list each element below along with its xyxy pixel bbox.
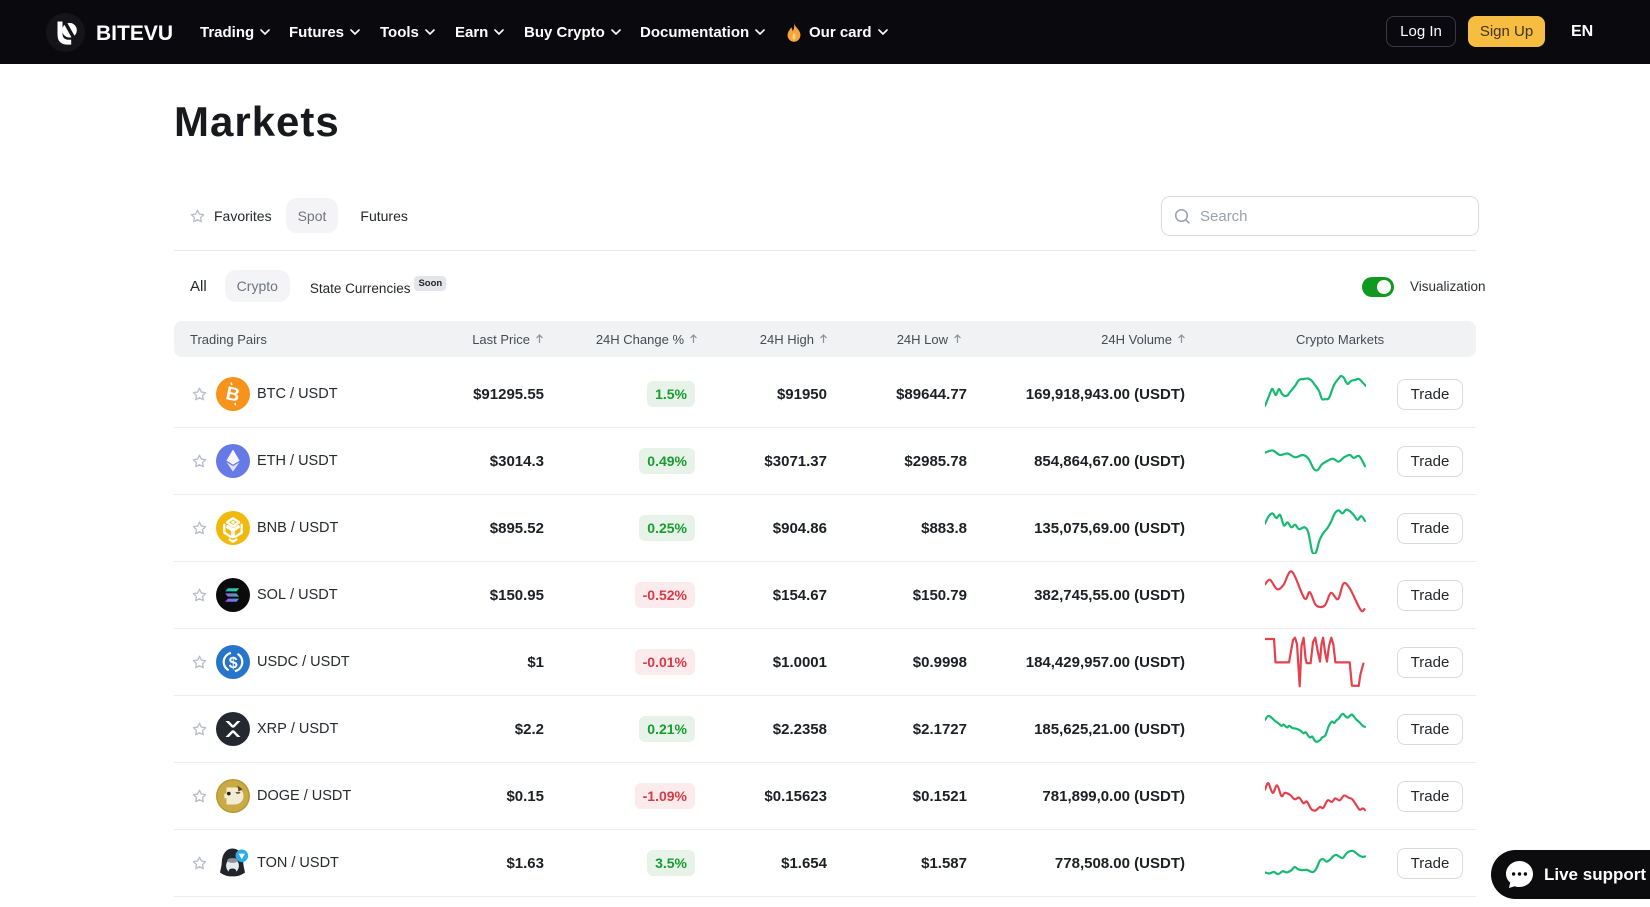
svg-text:$: $ [229, 655, 238, 672]
